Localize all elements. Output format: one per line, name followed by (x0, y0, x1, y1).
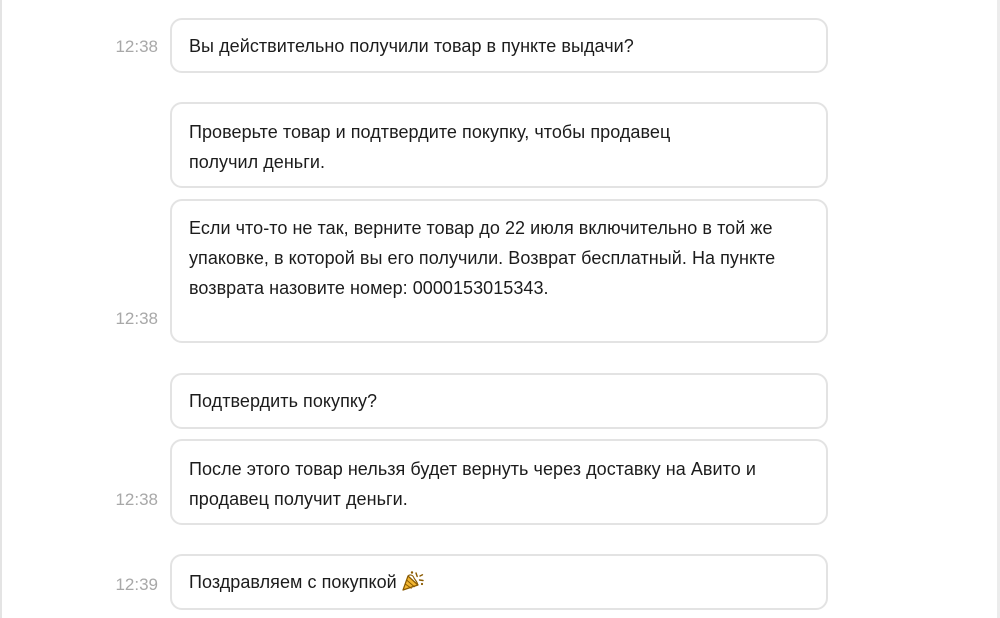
message-bubble: Если что-то не так, верните товар до 22 … (170, 199, 828, 343)
message-bubble: Поздравляем с покупкой (170, 554, 828, 610)
message-bubble: Проверьте товар и подтвердите покупку, ч… (170, 102, 828, 188)
message-text: Вы действительно получили товар в пункте… (189, 36, 634, 56)
message-text: После этого товар нельзя будет вернуть ч… (189, 459, 756, 509)
chat-message-list[interactable]: 12:38 Вы действительно получили товар в … (0, 0, 1000, 618)
message-text: Если что-то не так, верните товар до 22 … (189, 218, 776, 298)
message-bubble: Подтвердить покупку? (170, 373, 828, 429)
message-timestamp: 12:38 (115, 309, 158, 328)
message-bubble: Вы действительно получили товар в пункте… (170, 18, 828, 73)
message-bubble: После этого товар нельзя будет вернуть ч… (170, 439, 828, 525)
message-timestamp: 12:39 (115, 575, 158, 594)
message-timestamp: 12:38 (115, 37, 158, 56)
message-text: Проверьте товар и подтвердите покупку, ч… (189, 122, 671, 172)
message-timestamp: 12:38 (115, 490, 158, 509)
message-text: Подтвердить покупку? (189, 391, 378, 411)
party-popper-icon (401, 570, 425, 601)
message-text: Поздравляем с покупкой (189, 572, 397, 592)
